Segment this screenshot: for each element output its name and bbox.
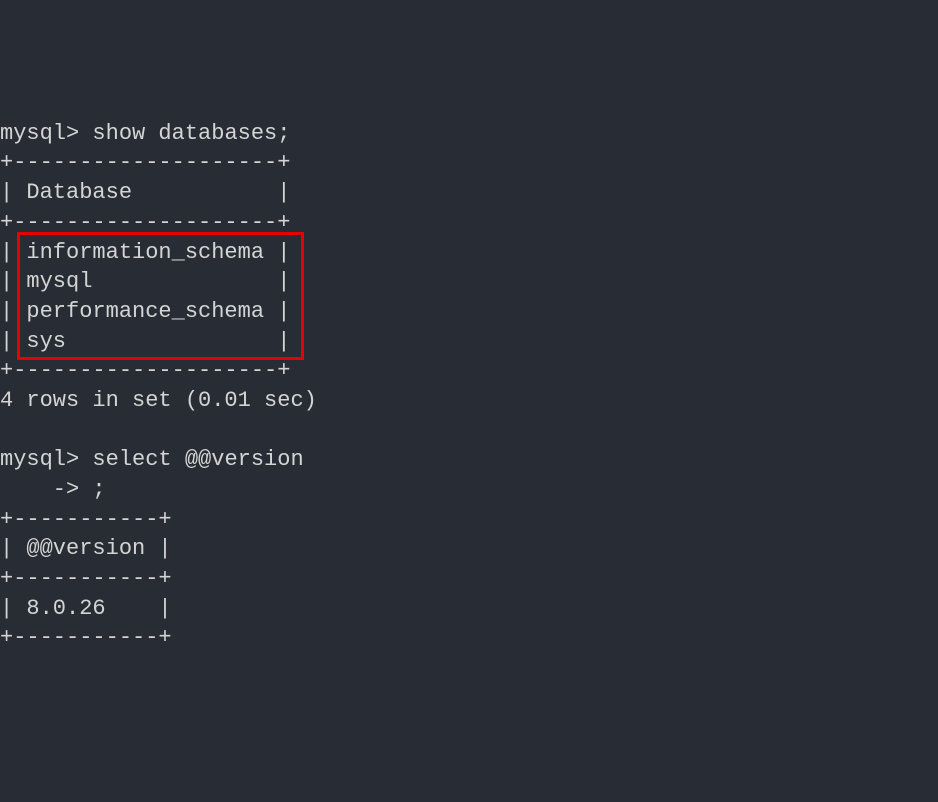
prompt-line-2: mysql> select @@version [0,447,304,472]
table-row: | sys | [0,329,290,354]
table-border: +--------------------+ [0,358,290,383]
table-border: +--------------------+ [0,210,290,235]
blank-line [0,418,13,443]
table-header: | Database | [0,180,290,205]
table-row: | performance_schema | [0,299,290,324]
table-border: +--------------------+ [0,150,290,175]
table-border: +-----------+ [0,625,172,650]
table-header: | @@version | [0,536,172,561]
table-row: | mysql | [0,269,290,294]
table-border: +-----------+ [0,566,172,591]
mysql-terminal: mysql> show databases; +----------------… [0,119,938,653]
table-row: | information_schema | [0,240,290,265]
result-summary: 4 rows in set (0.01 sec) [0,388,317,413]
prompt-line-1: mysql> show databases; [0,121,290,146]
continuation-line: -> ; [0,477,106,502]
table-row: | 8.0.26 | [0,596,172,621]
